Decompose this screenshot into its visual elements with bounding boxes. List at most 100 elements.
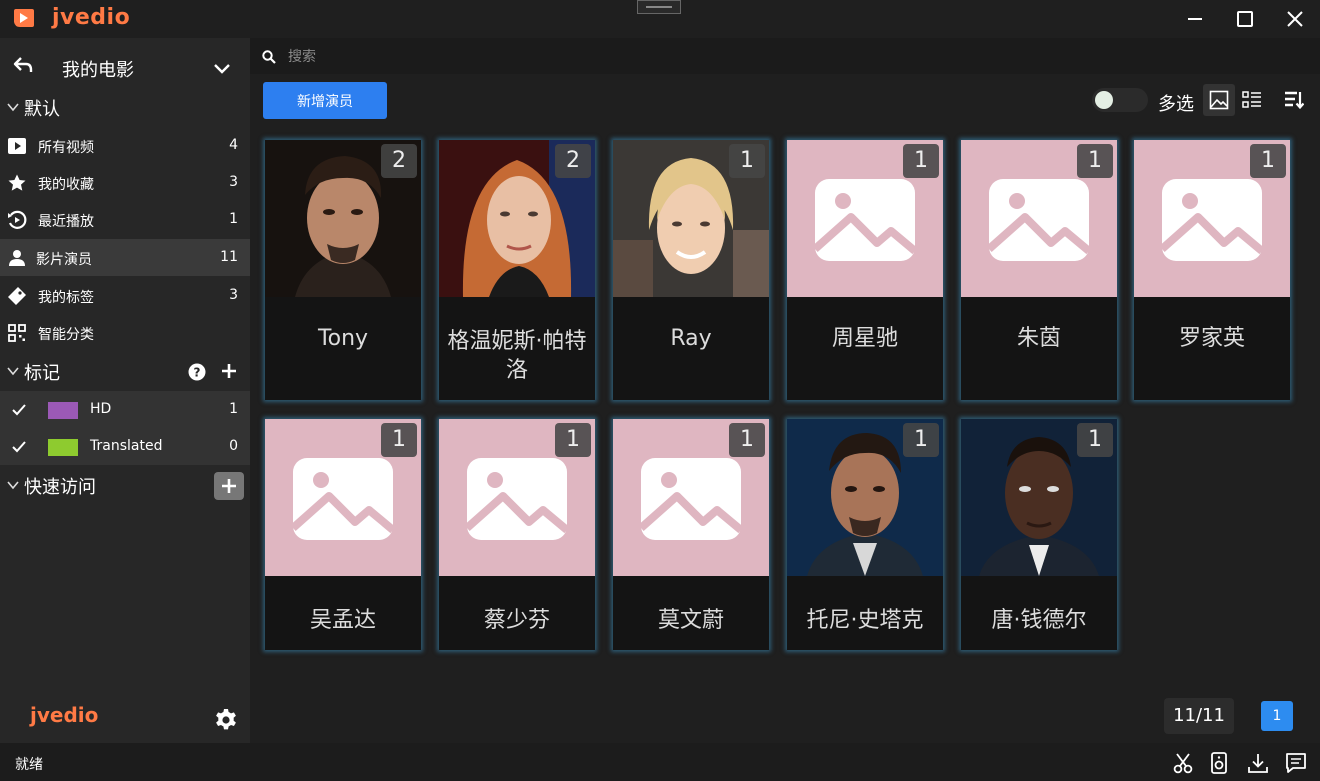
tag-label: HD bbox=[90, 401, 112, 417]
page-button-current[interactable]: 1 bbox=[1261, 701, 1293, 731]
video-count-badge: 1 bbox=[729, 144, 765, 178]
add-quick-access-button[interactable] bbox=[214, 472, 244, 500]
close-button[interactable] bbox=[1282, 6, 1308, 32]
maximize-button[interactable] bbox=[1232, 6, 1258, 32]
actor-card[interactable]: 1 朱茵 bbox=[961, 140, 1117, 400]
speaker-icon[interactable] bbox=[1208, 752, 1230, 774]
sidebar-item-tags[interactable]: 我的标签 3 bbox=[0, 277, 250, 314]
star-icon bbox=[8, 174, 26, 191]
image-placeholder-icon bbox=[1160, 179, 1264, 261]
actor-name: Tony bbox=[317, 326, 369, 351]
section-marks[interactable]: 标记 ? bbox=[0, 354, 250, 388]
actor-card[interactable]: 2 格温妮斯·帕特洛 bbox=[439, 140, 595, 400]
actor-card[interactable]: 1 唐·钱德尔 bbox=[961, 419, 1117, 650]
video-count-badge: 2 bbox=[381, 144, 417, 178]
video-count-badge: 1 bbox=[1077, 423, 1113, 457]
video-count-badge: 1 bbox=[381, 423, 417, 457]
chevron-down-icon bbox=[7, 481, 19, 490]
svg-text:?: ? bbox=[194, 366, 201, 380]
sidebar-item-favorites[interactable]: 我的收藏 3 bbox=[0, 164, 250, 201]
actor-name: 朱茵 bbox=[1016, 326, 1061, 351]
sidebar-item-label: 智能分类 bbox=[38, 327, 94, 343]
status-bar: 就绪 bbox=[0, 743, 1320, 781]
help-icon[interactable]: ? bbox=[188, 363, 206, 381]
sidebar-item-actors[interactable]: 影片演员 11 bbox=[0, 239, 250, 276]
tag-label: Translated bbox=[90, 438, 163, 454]
maximize-icon bbox=[1237, 11, 1253, 27]
actor-card[interactable]: 2 Tony bbox=[265, 140, 421, 400]
actor-card[interactable]: 1 莫文蔚 bbox=[613, 419, 769, 650]
app-title: jvedio bbox=[52, 5, 131, 30]
tag-count: 0 bbox=[229, 438, 238, 454]
download-icon[interactable] bbox=[1247, 752, 1269, 774]
library-selector[interactable]: 我的电影 bbox=[0, 44, 250, 84]
actor-name: 格温妮斯·帕特洛 bbox=[447, 329, 587, 383]
actor-card[interactable]: 1 罗家英 bbox=[1134, 140, 1290, 400]
actor-card[interactable]: 1 周星驰 bbox=[787, 140, 943, 400]
actor-card[interactable]: 1 托尼·史塔克 bbox=[787, 419, 943, 650]
history-icon bbox=[8, 210, 27, 229]
list-view-icon bbox=[1242, 91, 1261, 108]
message-icon[interactable] bbox=[1285, 752, 1307, 774]
actor-name: 周星驰 bbox=[831, 326, 898, 351]
sort-button[interactable] bbox=[1278, 84, 1310, 116]
search-bar bbox=[250, 38, 1320, 74]
sidebar: 我的电影 默认 所有视频 4 我的收藏 3 最近播放 1 影片演员 11 我的标… bbox=[0, 38, 250, 743]
sidebar-item-label: 我的标签 bbox=[38, 290, 94, 306]
image-view-button[interactable] bbox=[1203, 84, 1235, 116]
search-input[interactable] bbox=[286, 44, 890, 70]
sidebar-item-label: 所有视频 bbox=[38, 140, 94, 156]
search-icon bbox=[262, 50, 276, 64]
video-count-badge: 1 bbox=[729, 423, 765, 457]
actor-name: 吴孟达 bbox=[309, 608, 376, 633]
minimize-icon bbox=[1188, 18, 1202, 20]
tag-color-swatch bbox=[48, 402, 78, 419]
page-count-label: 11/11 bbox=[1164, 698, 1234, 734]
tag-item-hd[interactable]: HD 1 bbox=[0, 391, 250, 428]
library-name: 我的电影 bbox=[62, 60, 134, 81]
multi-select-toggle[interactable] bbox=[1092, 88, 1148, 112]
actor-card[interactable]: 1 蔡少芬 bbox=[439, 419, 595, 650]
sidebar-item-count: 3 bbox=[229, 174, 238, 190]
footer-logo: jvedio bbox=[30, 703, 99, 727]
list-view-button[interactable] bbox=[1236, 84, 1268, 116]
section-quick-access[interactable]: 快速访问 bbox=[0, 468, 250, 502]
gear-icon[interactable] bbox=[213, 707, 239, 733]
video-count-badge: 1 bbox=[1077, 144, 1113, 178]
video-count-badge: 1 bbox=[1250, 144, 1286, 178]
add-actor-button[interactable]: 新增演员 bbox=[263, 82, 387, 119]
app-logo-icon bbox=[14, 9, 34, 27]
minimize-button[interactable] bbox=[1182, 6, 1208, 32]
check-icon bbox=[12, 441, 26, 453]
image-placeholder-icon bbox=[987, 179, 1091, 261]
chevron-down-icon[interactable] bbox=[212, 58, 232, 78]
scissors-icon[interactable] bbox=[1172, 752, 1194, 774]
section-default[interactable]: 默认 bbox=[0, 90, 250, 124]
chevron-down-icon bbox=[7, 367, 19, 376]
back-arrow-icon[interactable] bbox=[12, 54, 34, 76]
actor-card[interactable]: 1 吴孟达 bbox=[265, 419, 421, 650]
tag-icon bbox=[8, 287, 26, 305]
sidebar-item-count: 1 bbox=[229, 211, 238, 227]
sidebar-item-count: 11 bbox=[220, 249, 238, 265]
drag-handle[interactable] bbox=[637, 0, 681, 14]
sidebar-item-label: 影片演员 bbox=[36, 252, 92, 268]
toggle-knob bbox=[1095, 91, 1113, 109]
sidebar-item-smart-category[interactable]: 智能分类 bbox=[0, 314, 250, 351]
grid-icon bbox=[8, 324, 26, 342]
sidebar-item-all-videos[interactable]: 所有视频 4 bbox=[0, 127, 250, 164]
actor-card[interactable]: 1 Ray bbox=[613, 140, 769, 400]
sidebar-item-recent[interactable]: 最近播放 1 bbox=[0, 201, 250, 238]
tag-item-translated[interactable]: Translated 0 bbox=[0, 428, 250, 465]
multi-select-label: 多选 bbox=[1158, 94, 1194, 115]
sidebar-item-label: 最近播放 bbox=[38, 214, 94, 230]
sidebar-item-label: 我的收藏 bbox=[38, 177, 94, 193]
video-count-badge: 2 bbox=[555, 144, 591, 178]
title-bar: jvedio bbox=[0, 0, 1320, 38]
sort-icon bbox=[1285, 91, 1304, 110]
actor-name: 蔡少芬 bbox=[483, 608, 550, 633]
person-icon bbox=[9, 250, 25, 266]
add-mark-icon[interactable] bbox=[220, 362, 238, 380]
actor-name: 莫文蔚 bbox=[657, 608, 724, 633]
check-icon bbox=[12, 404, 26, 416]
